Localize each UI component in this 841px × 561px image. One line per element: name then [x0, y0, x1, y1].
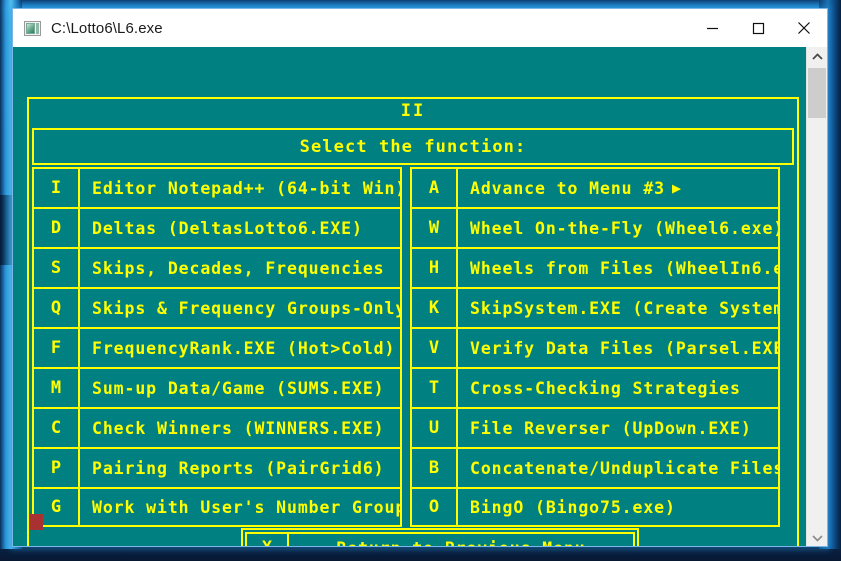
menu-label-s: Skips, Decades, Frequencies — [92, 258, 385, 278]
menu-item-o[interactable]: O BingO (Bingo75.exe) — [410, 487, 780, 527]
menu-item-u[interactable]: U File Reverser (UpDown.EXE) — [410, 407, 780, 447]
menu-item-a[interactable]: A Advance to Menu #3 ▶ — [410, 167, 780, 207]
menu-label-o: BingO (Bingo75.exe) — [470, 497, 676, 517]
menu-item-v[interactable]: V Verify Data Files (Parsel.EXE) — [410, 327, 780, 367]
menu-label-w: Wheel On-the-Fly (Wheel6.exe) — [470, 218, 778, 238]
console-window-icon-edge — [36, 22, 39, 34]
menu-key-i: I — [34, 169, 80, 207]
menu-item-q[interactable]: Q Skips & Frequency Groups-Only — [32, 287, 402, 327]
menu-item-w[interactable]: W Wheel On-the-Fly (Wheel6.exe) — [410, 207, 780, 247]
menu-key-s: S — [34, 249, 80, 287]
window-title: C:\Lotto6\L6.exe — [51, 19, 163, 37]
menu-column-left: I Editor Notepad++ (64-bit Win) D Deltas… — [32, 167, 402, 527]
menu-key-f: F — [34, 329, 80, 367]
scrollbar-thumb[interactable] — [808, 68, 826, 118]
menu-key-v: V — [412, 329, 458, 367]
menu-item-f[interactable]: F FrequencyRank.EXE (Hot>Cold) — [32, 327, 402, 367]
menu-item-i[interactable]: I Editor Notepad++ (64-bit Win) — [32, 167, 402, 207]
scroll-down-arrow-icon[interactable] — [807, 528, 827, 546]
menu-key-b: B — [412, 449, 458, 487]
close-button[interactable] — [781, 9, 827, 47]
menu-label-t: Cross-Checking Strategies — [470, 378, 741, 398]
menu-key-k: K — [412, 289, 458, 327]
menu-label-p: Pairing Reports (PairGrid6) — [92, 458, 385, 478]
menu-label-h: Wheels from Files (WheelIn6.exe) — [470, 258, 778, 278]
menu-key-a: A — [412, 169, 458, 207]
menu-label-m: Sum-up Data/Game (SUMS.EXE) — [92, 378, 385, 398]
console-text-surface[interactable]: II Select the function: I Editor Notepad… — [13, 47, 808, 547]
console-window: C:\Lotto6\L6.exe II Select the function:… — [12, 8, 828, 547]
console-caret — [29, 514, 43, 530]
advance-arrow-icon: ▶ — [672, 179, 682, 197]
menu-key-o: O — [412, 489, 458, 525]
console-window-icon — [24, 20, 41, 36]
return-row-frame: X Return to Previous Menu — [241, 528, 639, 547]
menu-label-c: Check Winners (WINNERS.EXE) — [92, 418, 385, 438]
menu-label-g: Work with User's Number Groups — [92, 497, 400, 517]
menu-item-b[interactable]: B Concatenate/Unduplicate Files — [410, 447, 780, 487]
menu-item-p[interactable]: P Pairing Reports (PairGrid6) — [32, 447, 402, 487]
menu-key-w: W — [412, 209, 458, 247]
menu-key-x: X — [247, 534, 289, 546]
vertical-scrollbar[interactable] — [806, 47, 827, 546]
menu-item-t[interactable]: T Cross-Checking Strategies — [410, 367, 780, 407]
menu-column-right: A Advance to Menu #3 ▶ W Wheel On-the-Fl… — [410, 167, 780, 527]
menu-key-u: U — [412, 409, 458, 447]
menu-key-m: M — [34, 369, 80, 407]
menu-heading: II — [400, 101, 426, 121]
menu-label-x: Return to Previous Menu — [289, 534, 633, 547]
maximize-button[interactable] — [735, 9, 781, 47]
menu-item-c[interactable]: C Check Winners (WINNERS.EXE) — [32, 407, 402, 447]
title-bar[interactable]: C:\Lotto6\L6.exe — [13, 9, 827, 47]
menu-key-t: T — [412, 369, 458, 407]
menu-key-h: H — [412, 249, 458, 287]
menu-item-h[interactable]: H Wheels from Files (WheelIn6.exe) — [410, 247, 780, 287]
menu-item-x[interactable]: X Return to Previous Menu — [245, 532, 635, 547]
menu-item-k[interactable]: K SkipSystem.EXE (Create Systems) — [410, 287, 780, 327]
console-client-area: II Select the function: I Editor Notepad… — [13, 47, 827, 547]
menu-item-d[interactable]: D Deltas (DeltasLotto6.EXE) — [32, 207, 402, 247]
menu-key-q: Q — [34, 289, 80, 327]
menu-item-s[interactable]: S Skips, Decades, Frequencies — [32, 247, 402, 287]
console-window-icon-screen — [26, 22, 35, 34]
scroll-up-arrow-icon[interactable] — [807, 47, 827, 66]
taskbar-strip — [0, 549, 841, 561]
menu-label-i: Editor Notepad++ (64-bit Win) — [92, 178, 400, 198]
window-controls — [689, 9, 827, 47]
minimize-button[interactable] — [689, 9, 735, 47]
menu-key-d: D — [34, 209, 80, 247]
menu-item-m[interactable]: M Sum-up Data/Game (SUMS.EXE) — [32, 367, 402, 407]
menu-label-a-text: Advance to Menu #3 — [470, 178, 666, 198]
menu-label-k: SkipSystem.EXE (Create Systems) — [470, 298, 778, 318]
menu-key-p: P — [34, 449, 80, 487]
menu-label-f: FrequencyRank.EXE (Hot>Cold) — [92, 338, 396, 358]
menu-label-u: File Reverser (UpDown.EXE) — [470, 418, 752, 438]
menu-key-c: C — [34, 409, 80, 447]
menu-label-a: Advance to Menu #3 ▶ — [458, 169, 778, 207]
menu-label-d: Deltas (DeltasLotto6.EXE) — [92, 218, 363, 238]
menu-label-v: Verify Data Files (Parsel.EXE) — [470, 338, 778, 358]
menu-label-q: Skips & Frequency Groups-Only — [92, 298, 400, 318]
select-function-prompt: Select the function: — [32, 128, 794, 165]
menu-item-g[interactable]: G Work with User's Number Groups — [32, 487, 402, 527]
menu-label-b: Concatenate/Unduplicate Files — [470, 458, 778, 478]
